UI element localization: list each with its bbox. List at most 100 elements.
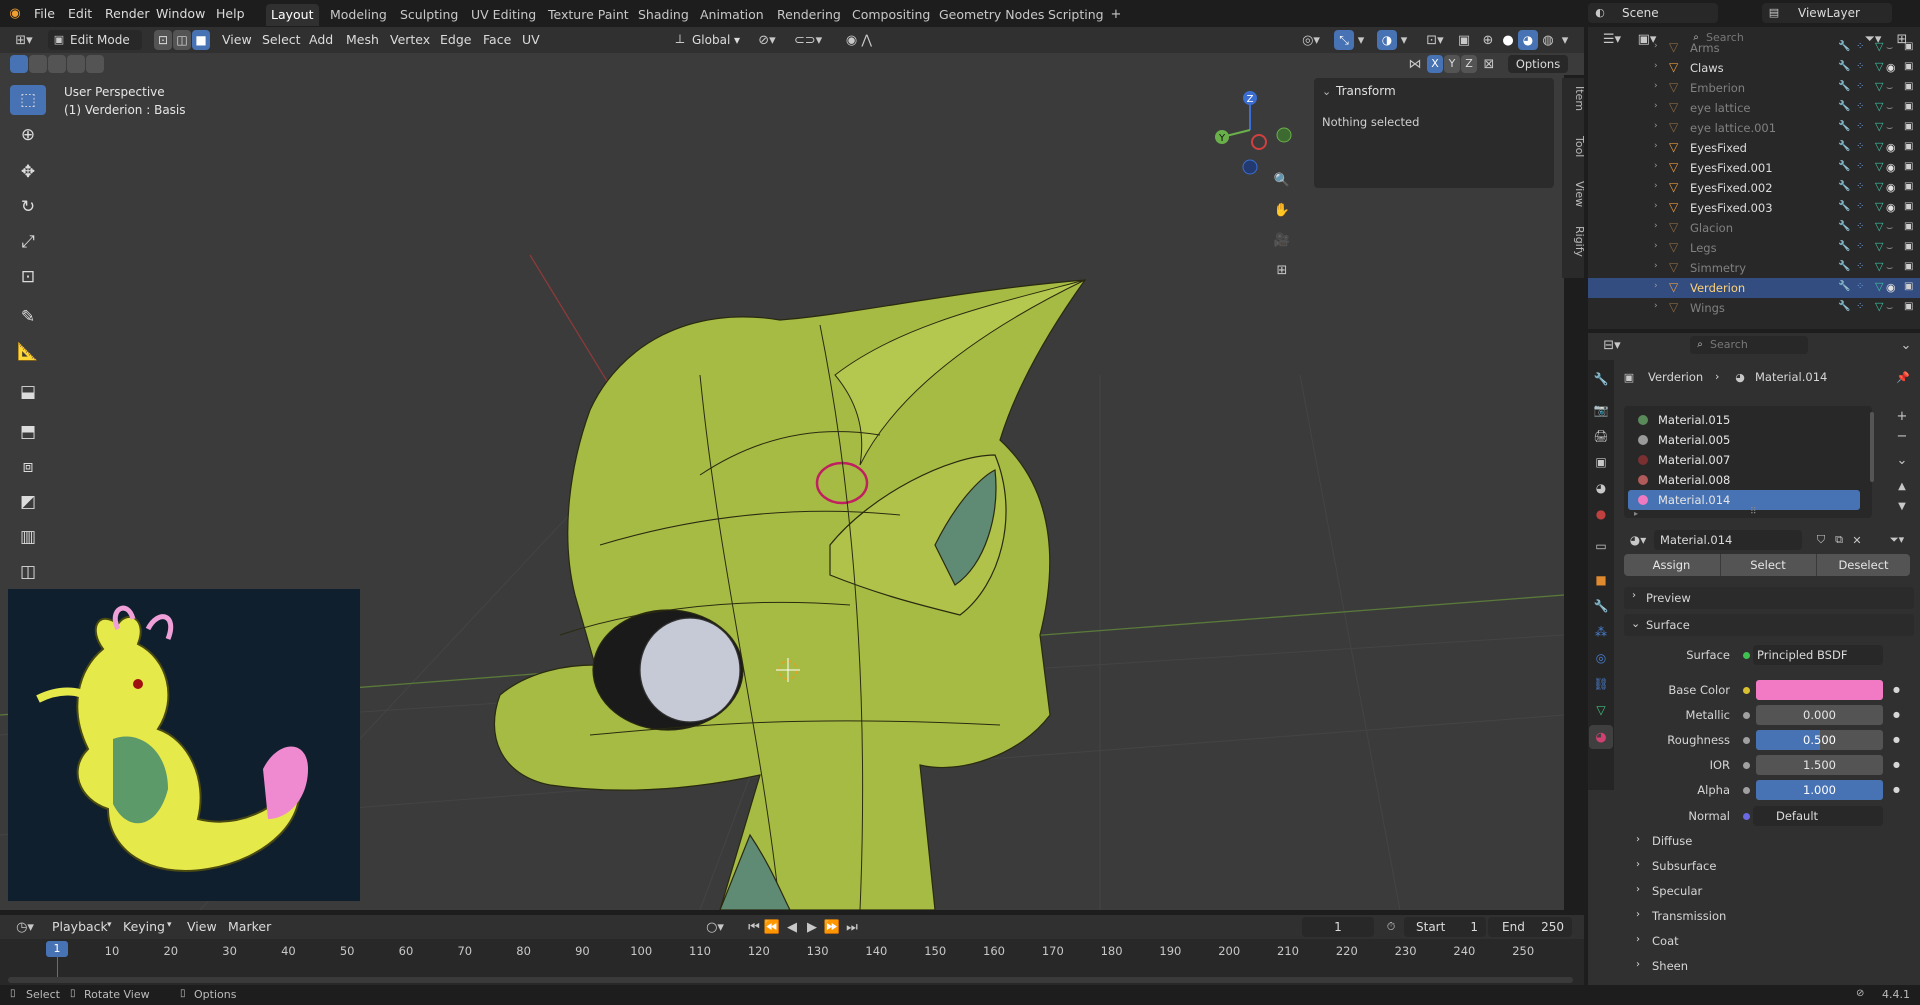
material-shading-icon[interactable]: ◕: [1518, 30, 1538, 50]
world-tab-icon[interactable]: ●: [1591, 504, 1611, 524]
surface-shader-field[interactable]: Principled BSDF: [1753, 645, 1883, 665]
tab-scripting[interactable]: Scripting: [1043, 4, 1109, 26]
outliner-item-name[interactable]: EyesFixed: [1690, 141, 1747, 155]
menu-uv[interactable]: UV: [522, 30, 540, 50]
expand-arrow-icon[interactable]: ›: [1654, 181, 1658, 191]
outliner-row[interactable]: › ▽ Legs 🔧 ⁘ ▽ ⌣ ▣: [1588, 238, 1920, 258]
expand-arrow-icon[interactable]: ›: [1654, 261, 1658, 271]
outliner-item-name[interactable]: Claws: [1690, 61, 1724, 75]
eye-open-icon[interactable]: ◉: [1886, 141, 1896, 154]
outliner-item-name[interactable]: Simmetry: [1690, 261, 1746, 275]
tool-tab-icon[interactable]: 🔧: [1591, 369, 1611, 389]
select-invert-icon[interactable]: [67, 55, 85, 73]
outliner-row[interactable]: › ▽ Arms 🔧 ⁘ ▽ ⌣ ▣: [1588, 38, 1920, 58]
start-frame-field[interactable]: Start 1: [1404, 917, 1486, 937]
current-frame-field[interactable]: 1: [1302, 917, 1374, 937]
expand-arrow-icon[interactable]: ›: [1654, 281, 1658, 291]
base-color-socket-icon[interactable]: [1743, 687, 1750, 694]
modifier-icon[interactable]: 🔧: [1838, 221, 1850, 232]
metallic-field[interactable]: 0.000: [1756, 705, 1883, 725]
camera-render-icon[interactable]: ▣: [1904, 141, 1913, 152]
modifier-icon[interactable]: 🔧: [1838, 181, 1850, 192]
eye-closed-icon[interactable]: ⌣: [1886, 81, 1893, 95]
eye-closed-icon[interactable]: ⌣: [1886, 101, 1893, 115]
outliner-row[interactable]: › ▽ EyesFixed 🔧 ⁘ ▽ ◉ ▣: [1588, 138, 1920, 158]
mesh-data-icon[interactable]: ▽: [1875, 300, 1883, 313]
eye-open-icon[interactable]: ◉: [1886, 161, 1896, 174]
vertex-group-icon[interactable]: ⁘: [1856, 141, 1864, 152]
subsection-header[interactable]: › Specular: [1630, 881, 1910, 901]
tab-texture-paint[interactable]: Texture Paint: [543, 4, 634, 26]
reference-image[interactable]: [8, 589, 360, 901]
transform-header[interactable]: Transform: [1336, 84, 1396, 98]
cursor-tool-icon[interactable]: ⊕: [10, 120, 46, 150]
render-tab-icon[interactable]: 📷: [1591, 400, 1611, 420]
camera-render-icon[interactable]: ▣: [1904, 261, 1913, 272]
jump-end-icon[interactable]: ⏭: [844, 917, 860, 937]
remove-slot-icon[interactable]: −: [1892, 426, 1912, 446]
modifier-icon[interactable]: 🔧: [1838, 261, 1850, 272]
mirror-y-toggle[interactable]: Y: [1444, 55, 1460, 73]
expand-arrow-icon[interactable]: ›: [1654, 161, 1658, 171]
eye-open-icon[interactable]: ◉: [1886, 61, 1896, 74]
normal-field[interactable]: Default: [1753, 806, 1883, 826]
menu-help[interactable]: Help: [216, 4, 245, 24]
normal-socket-icon[interactable]: [1743, 813, 1750, 820]
proportional-edit-icon[interactable]: ◉ ⋀: [844, 30, 874, 50]
roughness-slider[interactable]: 0.500: [1756, 730, 1883, 750]
outliner-item-name[interactable]: EyesFixed.002: [1690, 181, 1773, 195]
blender-logo-icon[interactable]: ◉: [6, 4, 24, 22]
tab-view[interactable]: View: [1566, 181, 1586, 207]
mesh-data-icon[interactable]: ▽: [1875, 140, 1883, 153]
outliner-item-name[interactable]: eye lattice: [1690, 101, 1750, 115]
camera-render-icon[interactable]: ▣: [1904, 241, 1913, 252]
viewlayer-selector[interactable]: ▤ ViewLayer: [1762, 3, 1892, 23]
subsection-header[interactable]: › Diffuse: [1630, 831, 1910, 851]
modifier-icon[interactable]: 🔧: [1838, 201, 1850, 212]
mesh-data-icon[interactable]: ▽: [1875, 40, 1883, 53]
tab-layout[interactable]: Layout: [266, 4, 319, 26]
particles-tab-icon[interactable]: ⁂: [1591, 622, 1611, 642]
vertex-group-icon[interactable]: ⁘: [1856, 41, 1864, 52]
modifier-icon[interactable]: 🔧: [1838, 301, 1850, 312]
expand-arrow-icon[interactable]: ›: [1654, 41, 1658, 51]
vertex-group-icon[interactable]: ⁘: [1856, 181, 1864, 192]
ior-field[interactable]: 1.500: [1756, 755, 1883, 775]
modifier-tab-icon[interactable]: 🔧: [1591, 596, 1611, 616]
expand-arrow-icon[interactable]: ›: [1654, 141, 1658, 151]
outliner-item-name[interactable]: Emberion: [1690, 81, 1745, 95]
timeline-editor-icon[interactable]: ◷▾: [10, 917, 40, 937]
chevron-down-icon[interactable]: ▾: [1354, 30, 1368, 50]
pan-hand-icon[interactable]: ✋: [1270, 198, 1294, 222]
menu-view-timeline[interactable]: View: [187, 917, 217, 937]
select-new-icon[interactable]: [10, 55, 28, 73]
modifier-icon[interactable]: 🔧: [1838, 161, 1850, 172]
expand-arrow-icon[interactable]: ›: [1654, 121, 1658, 131]
ortho-grid-icon[interactable]: ⊞: [1270, 258, 1294, 282]
scrollbar-thumb[interactable]: [1870, 412, 1874, 482]
3d-viewport[interactable]: User Perspective (1) Verderion : Basis ⬚…: [0, 75, 1564, 910]
outliner-row[interactable]: › ▽ Wings 🔧 ⁘ ▽ ⌣ ▣: [1588, 298, 1920, 318]
xray-icon[interactable]: ▣: [1454, 30, 1474, 50]
options-dropdown[interactable]: Options: [1508, 55, 1568, 73]
mirror-icon[interactable]: ⋈: [1405, 55, 1425, 73]
add-cube-tool-icon[interactable]: ⬓: [10, 377, 46, 407]
surface-panel-header[interactable]: ⌄ Surface: [1624, 614, 1914, 636]
mesh-data-icon[interactable]: ▽: [1875, 260, 1883, 273]
tab-shading[interactable]: Shading: [633, 4, 694, 26]
vertex-group-icon[interactable]: ⁘: [1856, 301, 1864, 312]
mesh-data-icon[interactable]: ▽: [1875, 280, 1883, 293]
vertex-group-icon[interactable]: ⁘: [1856, 221, 1864, 232]
alpha-socket-icon[interactable]: [1743, 787, 1750, 794]
vertex-group-icon[interactable]: ⁘: [1856, 161, 1864, 172]
menu-face[interactable]: Face: [483, 30, 511, 50]
surface-socket-icon[interactable]: [1743, 652, 1750, 659]
inset-tool-icon[interactable]: ⧈: [10, 452, 46, 482]
expand-arrow-icon[interactable]: ›: [1654, 201, 1658, 211]
expand-arrow-icon[interactable]: ›: [1654, 101, 1658, 111]
material-slot[interactable]: Material.007: [1628, 450, 1860, 470]
modifier-icon[interactable]: 🔧: [1838, 41, 1850, 52]
end-frame-field[interactable]: End 250: [1488, 917, 1572, 937]
preview-range-icon[interactable]: ⏱: [1382, 917, 1400, 937]
chevron-down-icon[interactable]: ▾: [1558, 30, 1572, 50]
